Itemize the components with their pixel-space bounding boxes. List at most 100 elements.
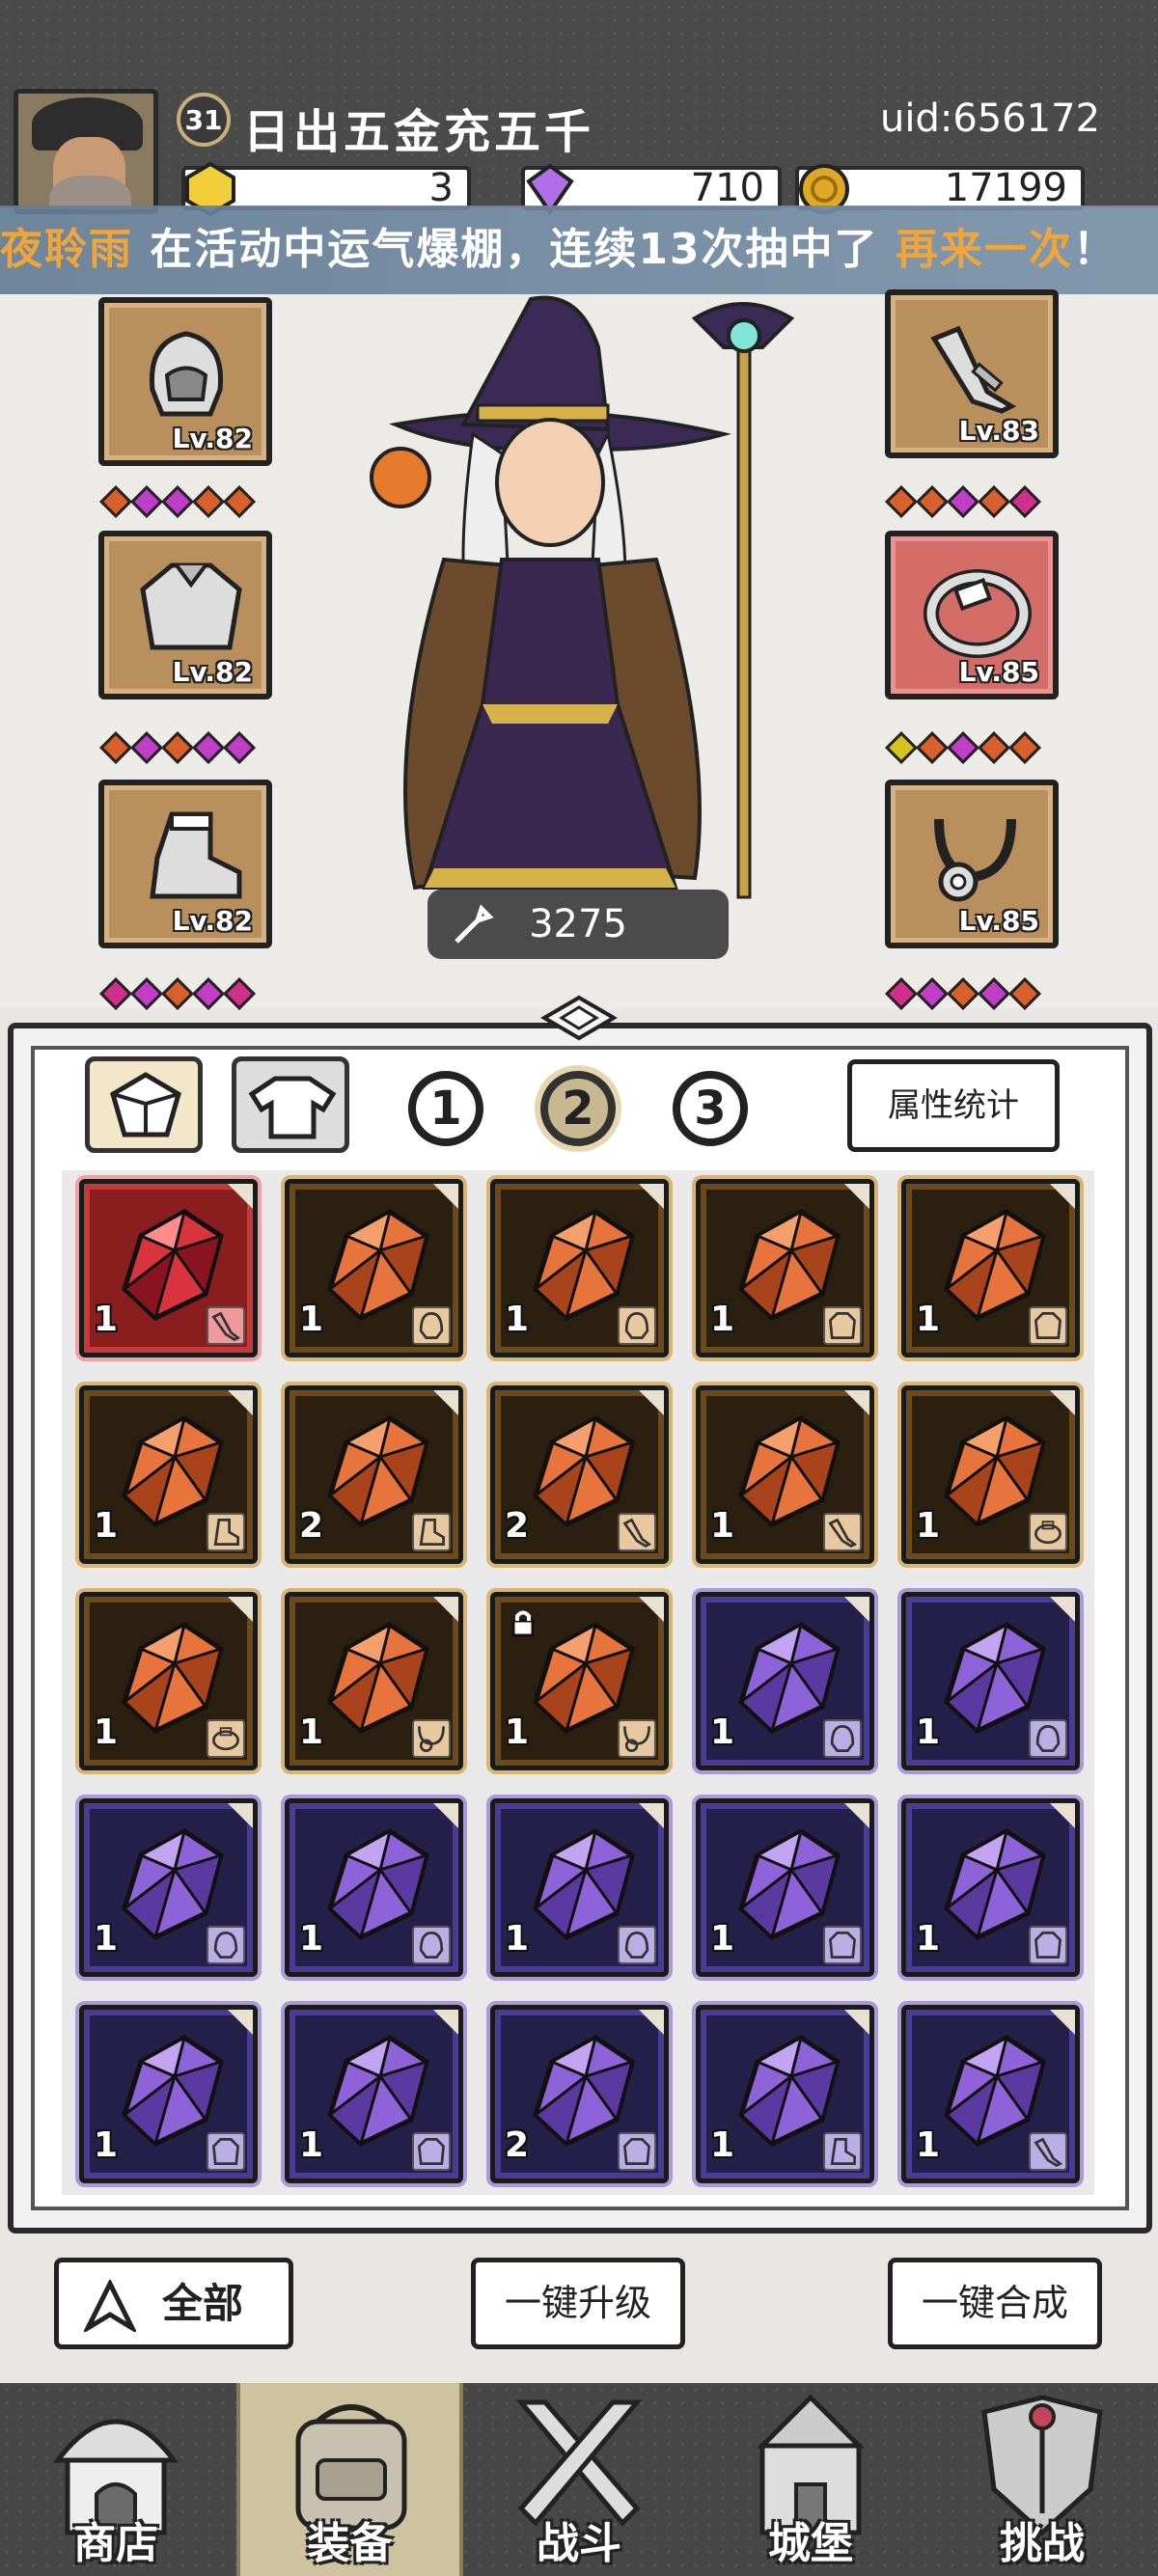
inventory-item[interactable]: 1 — [901, 1385, 1080, 1564]
crystal-icon — [738, 1828, 841, 1940]
weapon-level: Lv.83 — [958, 415, 1039, 447]
inventory-item[interactable]: 1 — [285, 2005, 463, 2183]
item-quantity: 1 — [710, 1713, 735, 1752]
helmet-level: Lv.82 — [172, 423, 253, 454]
weapon-icon — [1029, 2132, 1067, 2171]
player-avatar[interactable] — [14, 89, 158, 214]
item-quantity: 1 — [299, 1300, 324, 1339]
equip-slot-helmet[interactable]: Lv.82 — [98, 297, 272, 466]
inventory-item[interactable]: 2 — [490, 2005, 669, 2183]
item-quantity: 1 — [710, 2125, 735, 2165]
item-corner — [639, 1803, 664, 1828]
inventory-item[interactable]: 1 — [79, 1179, 258, 1357]
helmet-icon — [618, 1926, 656, 1964]
item-corner — [433, 1184, 458, 1209]
boots-icon — [412, 1513, 451, 1551]
player-level: 31 — [184, 103, 223, 136]
inventory-item[interactable]: 1 — [79, 2005, 258, 2183]
weapon-icon — [207, 1306, 245, 1345]
inventory-item[interactable]: 1 — [696, 1179, 874, 1357]
item-quantity: 1 — [916, 1919, 941, 1959]
page-2-label: 2 — [562, 1082, 594, 1136]
upgrade-all-button[interactable]: 一键升级 — [471, 2258, 685, 2349]
weapon-icon — [823, 1513, 862, 1551]
gem-counter[interactable]: 710 — [521, 163, 782, 216]
nav-shop[interactable]: 商店 — [10, 2383, 222, 2576]
tab-gems[interactable] — [85, 1056, 203, 1153]
helmet-icon — [823, 1719, 862, 1758]
inventory-item[interactable]: 1 — [285, 1179, 463, 1357]
item-quantity: 1 — [94, 1300, 119, 1339]
armor-icon — [618, 2132, 656, 2171]
gold-ingot-value: 3 — [428, 166, 454, 210]
item-quantity: 1 — [299, 2125, 324, 2165]
inventory-item[interactable]: 1 — [490, 1798, 669, 1977]
item-quantity: 1 — [710, 1300, 735, 1339]
marquee-prize: 再来一次 — [895, 225, 1073, 274]
inventory-item[interactable]: 1 — [696, 2005, 874, 2183]
item-corner — [228, 1597, 253, 1622]
equip-slot-boots[interactable]: Lv.82 — [98, 780, 272, 948]
inventory-item[interactable]: 1 — [79, 1592, 258, 1770]
inventory-item[interactable]: 1 — [490, 1592, 669, 1770]
item-quantity: 1 — [916, 1506, 941, 1546]
nav-battle[interactable]: 战斗 — [473, 2383, 685, 2576]
inventory-item[interactable]: 1 — [696, 1592, 874, 1770]
page-1-button[interactable]: 1 — [408, 1071, 483, 1146]
crystal-icon — [327, 1415, 429, 1527]
item-corner — [844, 1184, 869, 1209]
inventory-item[interactable]: 1 — [901, 1179, 1080, 1357]
necklace-sockets — [885, 977, 1041, 1010]
filter-all-button[interactable]: 全部 — [54, 2258, 293, 2349]
page-3-button[interactable]: 3 — [673, 1071, 748, 1146]
item-quantity: 1 — [916, 1713, 941, 1752]
item-quantity: 1 — [505, 1300, 530, 1339]
ring-level: Lv.85 — [958, 656, 1039, 688]
inventory-item[interactable]: 2 — [285, 1385, 463, 1564]
inventory-item[interactable]: 1 — [285, 1592, 463, 1770]
tab-equipment[interactable] — [232, 1056, 349, 1153]
inventory-item[interactable]: 1 — [901, 1592, 1080, 1770]
combat-power: 3275 — [427, 890, 729, 959]
player-name: 日出五金充五千 — [243, 105, 595, 159]
gold-ingot-counter[interactable]: 3 — [181, 161, 471, 217]
inventory-item[interactable]: 1 — [901, 2005, 1080, 2183]
equip-slot-ring[interactable]: Lv.85 — [885, 531, 1059, 699]
character-portrait[interactable] — [309, 289, 811, 907]
item-corner — [1050, 1184, 1075, 1209]
crystal-icon — [533, 1622, 635, 1734]
player-level-badge: 31 — [177, 93, 231, 147]
inventory-item[interactable]: 2 — [490, 1385, 669, 1564]
attribute-stats-button[interactable]: 属性统计 — [847, 1059, 1060, 1152]
inventory-item[interactable]: 1 — [79, 1385, 258, 1564]
nav-castle[interactable]: 城堡 — [704, 2383, 917, 2576]
nav-challenge[interactable]: 挑战 — [936, 2383, 1148, 2576]
equip-slot-weapon[interactable]: Lv.83 — [885, 289, 1059, 458]
marquee-text: 在活动中运气爆棚，连续13次抽中了 — [133, 225, 896, 274]
item-quantity: 2 — [505, 2125, 530, 2165]
nav-equipment[interactable]: 装备 — [236, 2383, 463, 2576]
inventory-item[interactable]: 1 — [490, 1179, 669, 1357]
item-quantity: 1 — [94, 1506, 119, 1546]
crystal-icon — [944, 2035, 1046, 2147]
ring-icon — [1029, 1513, 1067, 1551]
equip-slot-armor[interactable]: Lv.82 — [98, 531, 272, 699]
item-corner — [228, 1184, 253, 1209]
combat-power-value: 3275 — [529, 902, 627, 946]
item-quantity: 1 — [299, 1919, 324, 1959]
necklace-icon — [412, 1719, 451, 1758]
coin-counter[interactable]: 17199 — [795, 164, 1085, 214]
crystal-icon — [944, 1209, 1046, 1321]
crystal-icon — [738, 1415, 841, 1527]
merge-all-button[interactable]: 一键合成 — [888, 2258, 1102, 2349]
inventory-item[interactable]: 1 — [696, 1385, 874, 1564]
inventory-item[interactable]: 1 — [79, 1798, 258, 1977]
item-corner — [844, 1597, 869, 1622]
equip-slot-necklace[interactable]: Lv.85 — [885, 780, 1059, 948]
page-2-button[interactable]: 2 — [540, 1071, 616, 1146]
item-corner — [228, 1390, 253, 1415]
inventory-item[interactable]: 1 — [901, 1798, 1080, 1977]
inventory-item[interactable]: 1 — [696, 1798, 874, 1977]
armor-icon — [823, 1306, 862, 1345]
inventory-item[interactable]: 1 — [285, 1798, 463, 1977]
